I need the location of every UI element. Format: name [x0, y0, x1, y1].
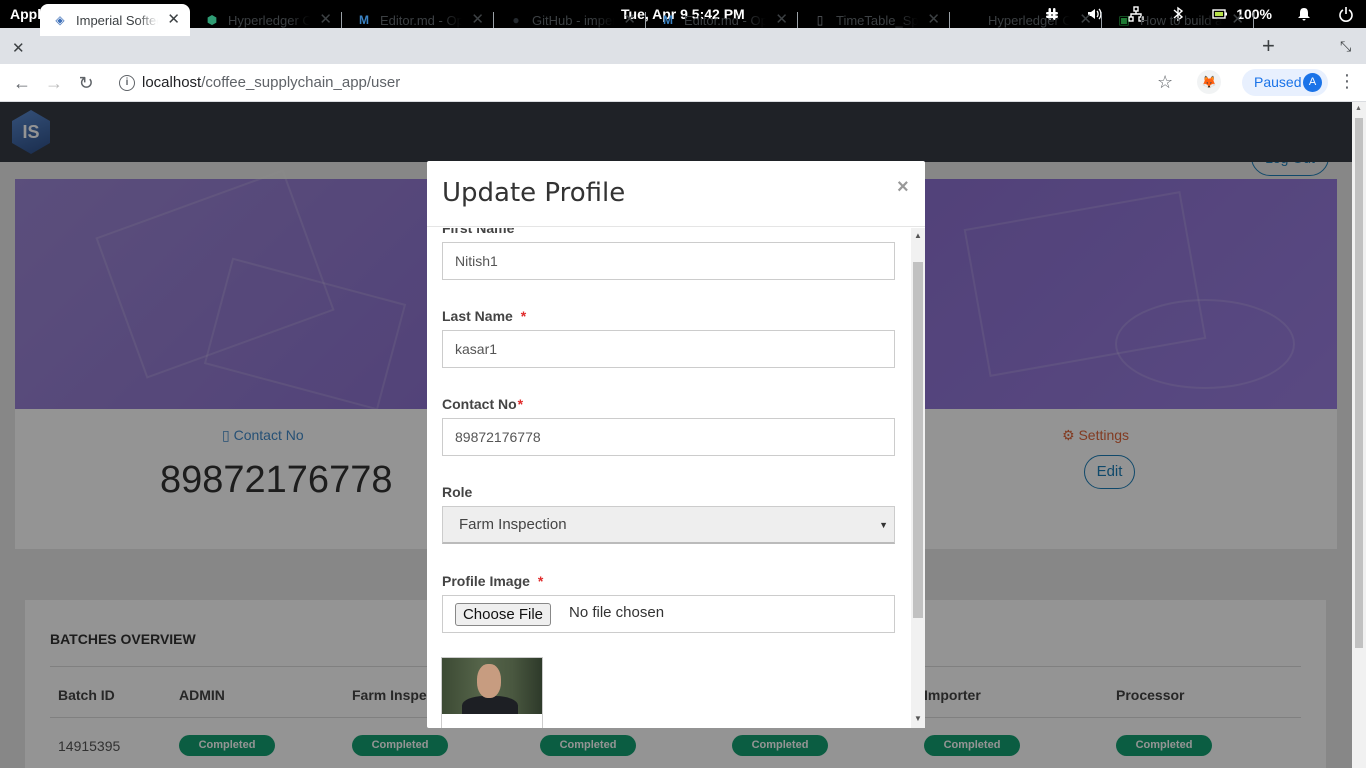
close-tab-icon[interactable]: ✕: [623, 12, 636, 28]
notification-bell-icon[interactable]: [1294, 4, 1314, 24]
close-tab-icon[interactable]: ✕: [927, 12, 940, 28]
contact-no-field[interactable]: 89872176778: [442, 418, 895, 456]
chevron-down-icon: ▼: [879, 520, 888, 530]
role-select[interactable]: Farm Inspection ▼: [442, 506, 895, 544]
profile-button[interactable]: Paused A: [1242, 69, 1328, 96]
imperial-favicon-icon: ◈: [55, 13, 65, 27]
metamask-extension-icon[interactable]: 🦊: [1197, 70, 1221, 94]
last-name-field[interactable]: kasar1: [442, 330, 895, 368]
modal-title: Update Profile: [442, 178, 626, 208]
profile-status: Paused: [1254, 74, 1302, 90]
role-label: Role: [442, 484, 473, 500]
new-tab-icon[interactable]: +: [1262, 35, 1275, 57]
browser-menu-icon[interactable]: ⋮: [1338, 72, 1356, 90]
last-name-label: Last Name *: [442, 308, 527, 324]
browser-tab[interactable]: ● GitHub - imperi ✕: [496, 4, 646, 36]
tab-title: Editor.md - Open: [684, 12, 766, 28]
bookmark-star-icon[interactable]: ☆: [1157, 72, 1173, 93]
tab-title: Editor.md - Open: [380, 12, 462, 28]
close-tab-icon[interactable]: ✕: [1079, 12, 1092, 28]
browser-tab[interactable]: ▣ How to build a b ✕: [1104, 4, 1254, 36]
modal-header: Update Profile ×: [427, 161, 925, 227]
address-bar[interactable]: i localhost/coffee_supplychain_app/user: [110, 68, 1190, 98]
update-profile-modal: Update Profile × First Name Nitish1 Last…: [427, 161, 925, 728]
profile-image-input[interactable]: Choose File No file chosen: [442, 595, 895, 633]
editor-md-favicon-icon: M: [663, 13, 673, 27]
close-tab-icon[interactable]: ✕: [319, 12, 332, 28]
reload-icon[interactable]: ↻: [74, 72, 98, 94]
browser-tab[interactable]: ◈ Imperial Softech ✕: [40, 4, 190, 36]
tab-title: Hyperledger Com: [228, 12, 310, 28]
tab-title: Imperial Softech: [76, 12, 158, 28]
page-favicon-icon: ▣: [1118, 13, 1130, 27]
document-favicon-icon: ▯: [816, 13, 824, 27]
file-status: No file chosen: [569, 604, 665, 621]
role-selected-value: Farm Inspection: [459, 516, 567, 533]
close-tab-icon[interactable]: ✕: [775, 12, 788, 28]
close-tab-icon[interactable]: ✕: [1231, 12, 1244, 28]
power-icon[interactable]: [1336, 4, 1356, 24]
url-host: localhost: [142, 74, 202, 91]
modal-scrollbar[interactable]: ▲ ▼: [911, 228, 925, 728]
profile-image-label: Profile Image *: [442, 573, 544, 589]
profile-image-preview: [441, 657, 543, 728]
browser-toolbar: ← → ↻ i localhost/coffee_supplychain_app…: [0, 64, 1366, 102]
github-favicon-icon: ●: [512, 13, 520, 27]
close-tab-icon[interactable]: ✕: [12, 39, 25, 57]
contact-no-label: Contact No*: [442, 396, 524, 412]
tab-title: TimeTable_Spl: [836, 12, 918, 28]
browser-tab[interactable]: ▯ TimeTable_Spl ✕: [800, 4, 950, 36]
hyperledger-favicon-icon: ⬢: [206, 13, 218, 27]
browser-tab[interactable]: M Hyperledger Com ✕: [952, 4, 1102, 36]
first-name-label: First Name: [442, 228, 515, 236]
forward-icon[interactable]: →: [42, 72, 66, 94]
close-tab-icon[interactable]: ✕: [471, 12, 484, 28]
back-icon[interactable]: ←: [10, 72, 34, 94]
page-scrollbar[interactable]: ▲: [1352, 102, 1366, 768]
modal-body: First Name Nitish1 Last Name * kasar1 Co…: [427, 228, 911, 728]
restore-window-icon[interactable]: ⤡: [1340, 38, 1351, 55]
close-icon[interactable]: ×: [897, 176, 909, 199]
site-info-icon[interactable]: i: [119, 75, 135, 91]
browser-tab[interactable]: ⬢ Hyperledger Com ✕: [192, 4, 342, 36]
medium-favicon-icon: M: [967, 13, 977, 27]
close-tab-icon[interactable]: ✕: [167, 12, 180, 28]
tab-title: How to build a b: [1140, 12, 1222, 28]
choose-file-button[interactable]: Choose File: [455, 603, 551, 626]
avatar: A: [1303, 73, 1322, 92]
tab-title: GitHub - imperi: [532, 12, 614, 28]
first-name-field[interactable]: Nitish1: [442, 242, 895, 280]
editor-md-favicon-icon: M: [359, 13, 369, 27]
url-path: /coffee_supplychain_app/user: [201, 74, 401, 91]
tab-title: Hyperledger Com: [988, 12, 1070, 28]
browser-tab[interactable]: M Editor.md - Open ✕: [344, 4, 494, 36]
browser-tab[interactable]: M Editor.md - Open ✕: [648, 4, 798, 36]
